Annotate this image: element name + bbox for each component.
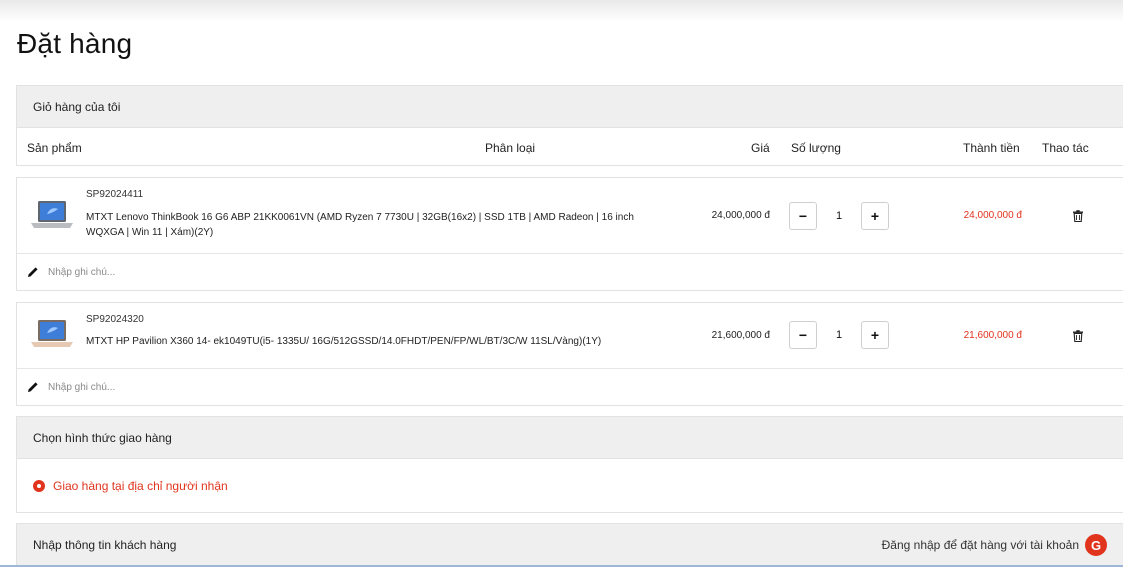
customer-panel: Nhập thông tin khách hàng Đăng nhập để đ… bbox=[16, 523, 1123, 567]
line-total: 21,600,000 đ bbox=[963, 330, 1022, 341]
col-product: Sản phẩm bbox=[27, 141, 82, 155]
quantity-value[interactable]: 1 bbox=[836, 329, 842, 341]
google-icon[interactable]: G bbox=[1085, 534, 1107, 556]
note-placeholder: Nhập ghi chú... bbox=[48, 381, 116, 393]
col-total: Thành tiền bbox=[963, 141, 1020, 155]
shipping-header: Chọn hình thức giao hàng bbox=[17, 417, 1123, 458]
cart-panel: Giỏ hàng của tôi Sản phẩm Phân loại Giá … bbox=[16, 85, 1123, 166]
pencil-icon bbox=[28, 382, 38, 392]
customer-header: Nhập thông tin khách hàng Đăng nhập để đ… bbox=[17, 524, 1123, 566]
product-name[interactable]: MTXT HP Pavilion X360 14- ek1049TU(i5- 1… bbox=[86, 334, 646, 349]
cart-columns: Sản phẩm Phân loại Giá Số lượng Thành ti… bbox=[17, 127, 1123, 166]
product-name[interactable]: MTXT Lenovo ThinkBook 16 G6 ABP 21KK0061… bbox=[86, 210, 646, 240]
page-title: Đặt hàng bbox=[17, 28, 133, 59]
login-link[interactable]: Đăng nhập để đặt hàng với tài khoản G bbox=[882, 534, 1107, 556]
product-sku: SP92024411 bbox=[86, 189, 144, 200]
trash-icon[interactable] bbox=[1072, 210, 1084, 222]
laptop-thumbnail[interactable] bbox=[29, 319, 75, 351]
cart-item: SP92024320 MTXT HP Pavilion X360 14- ek1… bbox=[16, 302, 1123, 406]
cart-item-main: SP92024411 MTXT Lenovo ThinkBook 16 G6 A… bbox=[17, 178, 1123, 254]
product-sku: SP92024320 bbox=[86, 314, 144, 325]
product-price: 21,600,000 đ bbox=[711, 330, 770, 341]
shipping-option-label: Giao hàng tại địa chỉ người nhận bbox=[53, 478, 228, 493]
login-hint-text: Đăng nhập để đặt hàng với tài khoản bbox=[881, 538, 1079, 552]
cart-item: SP92024411 MTXT Lenovo ThinkBook 16 G6 A… bbox=[16, 177, 1123, 291]
decrease-qty-button[interactable]: − bbox=[789, 202, 817, 230]
increase-qty-button[interactable]: + bbox=[861, 321, 889, 349]
trash-icon[interactable] bbox=[1072, 330, 1084, 342]
product-price: 24,000,000 đ bbox=[711, 210, 770, 221]
top-shadow bbox=[0, 0, 1123, 22]
quantity-value[interactable]: 1 bbox=[836, 210, 842, 222]
customer-header-title: Nhập thông tin khách hàng bbox=[33, 538, 177, 552]
line-total: 24,000,000 đ bbox=[963, 210, 1022, 221]
shipping-panel: Chọn hình thức giao hàng Giao hàng tại đ… bbox=[16, 416, 1123, 513]
increase-qty-button[interactable]: + bbox=[861, 202, 889, 230]
radio-selected-icon[interactable] bbox=[33, 479, 45, 492]
cart-header: Giỏ hàng của tôi bbox=[17, 86, 1123, 127]
note-placeholder: Nhập ghi chú... bbox=[48, 266, 116, 278]
quantity-stepper: − 1 + bbox=[789, 202, 889, 230]
pencil-icon bbox=[28, 267, 38, 277]
decrease-qty-button[interactable]: − bbox=[789, 321, 817, 349]
col-category: Phân loại bbox=[485, 141, 536, 155]
note-input[interactable]: Nhập ghi chú... bbox=[17, 254, 1123, 290]
col-price: Giá bbox=[751, 141, 770, 155]
col-action: Thao tác bbox=[1042, 141, 1089, 155]
quantity-stepper: − 1 + bbox=[789, 321, 889, 349]
note-input[interactable]: Nhập ghi chú... bbox=[17, 369, 1123, 405]
shipping-option-address[interactable]: Giao hàng tại địa chỉ người nhận bbox=[17, 458, 1123, 512]
col-quantity: Số lượng bbox=[791, 141, 841, 155]
cart-item-main: SP92024320 MTXT HP Pavilion X360 14- ek1… bbox=[17, 303, 1123, 369]
laptop-thumbnail[interactable] bbox=[29, 200, 75, 232]
